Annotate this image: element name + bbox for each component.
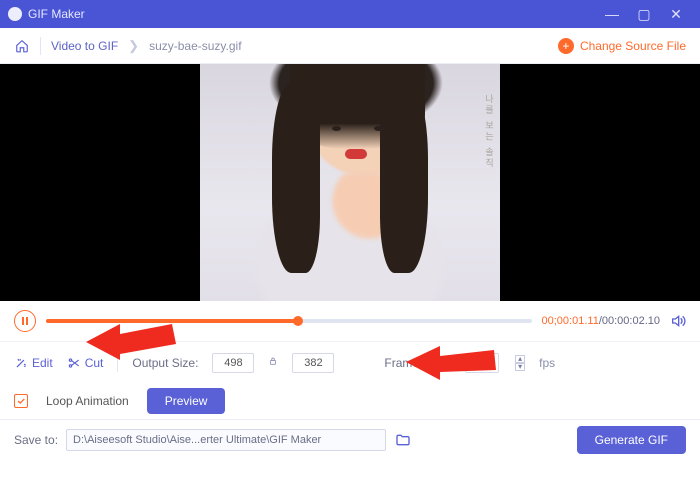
seek-thumb[interactable]: [293, 316, 303, 326]
app-logo-icon: [8, 7, 22, 21]
output-size-label: Output Size:: [132, 356, 198, 370]
volume-icon[interactable]: [670, 313, 686, 329]
scissors-icon: [67, 356, 81, 370]
save-path-input[interactable]: [66, 429, 386, 451]
output-width-input[interactable]: [212, 353, 254, 373]
controls-row: Edit Cut Output Size: Frame Rate: ▴ ▾ fp…: [0, 341, 700, 383]
change-source-label: Change Source File: [580, 39, 686, 53]
divider: [117, 354, 118, 372]
browse-folder-button[interactable]: [394, 432, 412, 448]
time-display: 00;00:01.11/00:00:02.10: [542, 315, 660, 327]
save-row: Save to: Generate GIF: [0, 419, 700, 459]
fps-unit: fps: [539, 356, 555, 370]
video-frame[interactable]: 나를 보는 솔직: [200, 64, 500, 301]
cut-button[interactable]: Cut: [67, 356, 104, 370]
divider: [40, 37, 41, 55]
close-button[interactable]: ✕: [660, 6, 692, 23]
magic-wand-icon: [14, 356, 28, 370]
loop-checkbox[interactable]: [14, 394, 28, 408]
breadcrumb-file: suzy-bae-suzy.gif: [149, 39, 241, 53]
frame-rate-input[interactable]: [465, 353, 499, 373]
output-height-input[interactable]: [292, 353, 334, 373]
edit-label: Edit: [32, 356, 53, 370]
seek-progress: [46, 319, 298, 323]
video-preview-area: 나를 보는 솔직: [0, 64, 700, 301]
stepper-down-icon[interactable]: ▾: [515, 363, 525, 371]
current-time: 00;00:01.11: [542, 315, 599, 327]
frame-rate-label: Frame Rate:: [384, 356, 451, 370]
breadcrumb-root[interactable]: Video to GIF: [51, 39, 118, 53]
maximize-button[interactable]: ▢: [628, 6, 660, 23]
playback-row: 00;00:01.11/00:00:02.10: [0, 301, 700, 341]
minimize-button[interactable]: —: [596, 6, 628, 22]
pause-button[interactable]: [14, 310, 36, 332]
plus-icon: +: [558, 38, 574, 54]
home-icon[interactable]: [14, 39, 30, 53]
seek-bar[interactable]: [46, 319, 532, 323]
change-source-button[interactable]: + Change Source File: [558, 38, 686, 54]
frame-rate-stepper[interactable]: ▴ ▾: [515, 355, 525, 371]
pause-icon: [22, 317, 28, 325]
preview-button[interactable]: Preview: [147, 388, 226, 414]
total-time: 00:00:02.10: [602, 315, 660, 327]
generate-gif-button[interactable]: Generate GIF: [577, 426, 686, 454]
cut-label: Cut: [85, 356, 104, 370]
edit-button[interactable]: Edit: [14, 356, 53, 370]
save-to-label: Save to:: [14, 433, 58, 447]
lock-aspect-icon[interactable]: [268, 355, 278, 370]
loop-row: Loop Animation Preview: [0, 383, 700, 419]
window-title: GIF Maker: [28, 7, 596, 21]
breadcrumb-bar: Video to GIF ❯ suzy-bae-suzy.gif + Chang…: [0, 28, 700, 64]
title-bar: GIF Maker — ▢ ✕: [0, 0, 700, 28]
loop-label: Loop Animation: [46, 394, 129, 408]
check-icon: [16, 396, 26, 406]
chevron-right-icon: ❯: [128, 38, 139, 54]
video-caption: 나를 보는 솔직: [483, 94, 496, 169]
